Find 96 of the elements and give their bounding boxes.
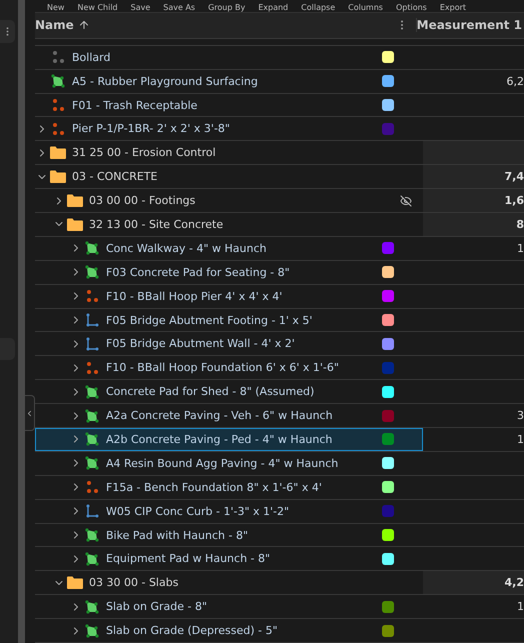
tree-row[interactable]: A2b Concrete Paving - Ped - 4" w Haunch — [35, 428, 423, 451]
item-name: Concrete Pad for Shed - 8" (Assumed) — [106, 385, 316, 398]
folder-icon — [67, 194, 83, 208]
polygon-icon — [85, 528, 99, 542]
toolbar-button[interactable]: Save As — [163, 2, 196, 12]
measurement-cell: 7,4 — [423, 165, 524, 188]
toolbar-button[interactable]: Columns — [348, 2, 383, 12]
color-swatch[interactable] — [382, 457, 394, 470]
hidden-icon[interactable] — [400, 194, 412, 207]
polygon-icon — [85, 241, 99, 256]
item-name: Equipment Pad w Haunch - 8" — [106, 552, 272, 566]
collapse-handle[interactable] — [25, 395, 35, 431]
measurement-cell: 1,6 — [423, 189, 524, 212]
item-name: F01 - Trash Receptable — [72, 98, 198, 112]
color-swatch[interactable] — [382, 362, 394, 374]
more-button[interactable] — [0, 20, 15, 43]
color-swatch[interactable] — [382, 75, 394, 88]
item-name: Bollard — [72, 50, 112, 64]
polygon-icon — [85, 432, 99, 446]
color-swatch[interactable] — [382, 99, 394, 111]
item-name: F10 - BBall Hoop Foundation 6' x 6' x 1'-6" — [106, 361, 340, 374]
sort-arrow-icon[interactable] — [78, 19, 90, 32]
polygon-icon — [85, 456, 99, 470]
toolbar-button[interactable]: Collapse — [301, 2, 336, 12]
color-swatch[interactable] — [382, 314, 394, 326]
line-icon — [85, 336, 99, 351]
item-name: Conc Walkway - 4" w Haunch — [106, 242, 268, 255]
line-icon — [85, 504, 99, 518]
folder-icon — [67, 218, 83, 231]
color-swatch[interactable] — [382, 338, 394, 350]
dots-icon — [85, 289, 99, 304]
color-swatch[interactable] — [382, 433, 394, 446]
color-swatch[interactable] — [382, 386, 394, 398]
measurement-cell-text: 1 — [516, 432, 524, 448]
measurement-cell-text: 6,2 — [506, 74, 524, 90]
toolbar-button[interactable]: New Child — [77, 2, 118, 12]
polygon-icon — [85, 552, 99, 566]
toolbar-button[interactable]: Group By — [208, 2, 246, 12]
item-name: 03 00 00 - Footings — [89, 194, 196, 208]
item-name: A2b Concrete Paving - Ped - 4" w Haunch — [106, 432, 334, 446]
item-name: F10 - BBall Hoop Pier 4' x 4' x 4' — [106, 290, 284, 303]
toolbar-button[interactable]: Save — [130, 2, 150, 12]
folder-icon — [50, 170, 66, 184]
color-swatch[interactable] — [382, 122, 394, 135]
column-header[interactable]: Name — [35, 18, 74, 32]
measurement-cell-text: 1 — [516, 599, 524, 616]
color-swatch[interactable] — [382, 505, 394, 518]
dots-icon — [85, 480, 99, 494]
color-swatch[interactable] — [382, 529, 394, 542]
polygon-icon — [85, 384, 99, 399]
toolbar-button[interactable]: Expand — [258, 2, 288, 12]
item-name: A5 - Rubber Playground Surfacing — [72, 74, 259, 88]
toolbar-button[interactable]: New — [47, 2, 64, 12]
color-swatch[interactable] — [382, 552, 394, 565]
polygon-icon — [51, 74, 65, 88]
dots-icon — [51, 122, 65, 136]
item-name: F05 Bridge Abutment Footing - 1' x 5' — [106, 314, 314, 327]
item-name: Bike Pad with Haunch - 8" — [106, 528, 250, 542]
color-swatch[interactable] — [382, 600, 394, 613]
toolbar-button[interactable]: Options — [396, 2, 427, 12]
dots-icon — [51, 50, 65, 64]
item-name: F05 Bridge Abutment Wall - 4' x 2' — [106, 337, 296, 350]
polygon-icon — [85, 408, 99, 423]
item-name: Slab on Grade (Depressed) - 5" — [106, 624, 279, 638]
color-swatch[interactable] — [382, 290, 394, 302]
item-name: Slab on Grade - 8" — [106, 600, 208, 614]
color-swatch[interactable] — [382, 624, 394, 637]
color-swatch[interactable] — [382, 51, 394, 64]
measurement-cell: 8 — [423, 213, 524, 236]
item-name: 03 - CONCRETE — [72, 170, 158, 184]
color-swatch[interactable] — [382, 410, 394, 422]
item-name: Pier P-1/P-1BR- 2' x 2' x 3'-8" — [72, 122, 231, 136]
item-name: F03 Concrete Pad for Seating - 8" — [106, 266, 291, 279]
line-icon — [85, 313, 99, 328]
polygon-icon — [85, 624, 99, 638]
dots-icon — [51, 98, 65, 112]
color-swatch[interactable] — [382, 481, 394, 494]
folder-icon — [50, 146, 66, 160]
polygon-icon — [85, 265, 99, 280]
item-name: F15a - Bench Foundation 8" x 1'-6" x 4' — [106, 480, 323, 494]
color-swatch[interactable] — [382, 242, 394, 254]
item-name: 31 25 00 - Erosion Control — [72, 146, 217, 160]
polygon-icon — [85, 600, 99, 614]
item-name: 32 13 00 - Site Concrete — [89, 218, 224, 231]
item-name: A4 Resin Bound Agg Paving - 4" w Haunch — [106, 456, 340, 470]
toolbar-button[interactable]: Export — [440, 2, 466, 12]
dots-icon — [85, 360, 99, 375]
measurement-cell-text: 1 — [516, 240, 524, 257]
folder-icon — [67, 576, 83, 590]
column-header[interactable]: Measurement 1 — [416, 18, 524, 32]
item-name: A2a Concrete Paving - Veh - 6" w Haunch — [106, 409, 334, 422]
item-name: 03 30 00 - Slabs — [89, 576, 180, 590]
measurement-cell: 4,2 — [423, 571, 524, 594]
item-name: W05 CIP Conc Curb - 1'-3" x 1'-2" — [106, 504, 290, 518]
measurement-cell-text: 3 — [516, 408, 524, 424]
color-swatch[interactable] — [382, 266, 394, 278]
